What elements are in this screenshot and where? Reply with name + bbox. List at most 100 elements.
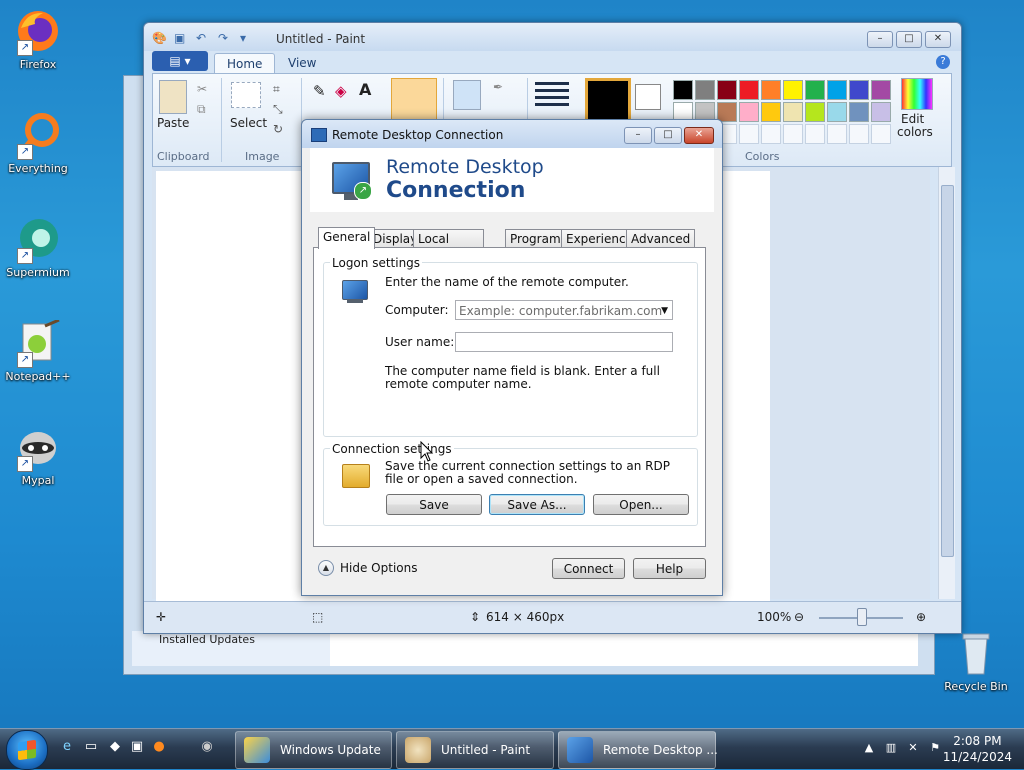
- username-field[interactable]: [455, 332, 673, 352]
- help-button[interactable]: Help: [633, 558, 706, 579]
- palette-swatch[interactable]: [827, 102, 847, 122]
- remote-desktop-dialog[interactable]: Remote Desktop Connection – □ ✕ ↗ Remote…: [301, 119, 723, 596]
- text-icon[interactable]: A: [359, 80, 371, 99]
- paint-menu-button[interactable]: ▤ ▾: [152, 51, 208, 71]
- start-button[interactable]: [6, 730, 48, 770]
- palette-swatch[interactable]: [717, 80, 737, 100]
- computer-combobox[interactable]: Example: computer.fabrikam.com ▼: [455, 300, 673, 320]
- desktop-icon-supermium[interactable]: ↗ Supermium: [0, 216, 76, 279]
- tab-local-resources[interactable]: Local Resources: [413, 229, 485, 264]
- rdp-close-button[interactable]: ✕: [684, 127, 714, 144]
- color-2-swatch[interactable]: [635, 84, 661, 110]
- installed-updates-link[interactable]: Installed Updates: [159, 633, 255, 646]
- desktop-icon-recycle-bin[interactable]: Recycle Bin: [938, 630, 1014, 693]
- desktop-icon-notepadpp[interactable]: ↗ Notepad++: [0, 318, 76, 383]
- custom-color-slot[interactable]: [805, 124, 825, 144]
- desktop-icon-firefox[interactable]: ↗ Firefox: [0, 8, 76, 71]
- internet-explorer-icon[interactable]: e: [58, 738, 76, 756]
- palette-swatch[interactable]: [761, 102, 781, 122]
- network-icon[interactable]: ▥: [884, 741, 898, 755]
- palette-swatch[interactable]: [805, 102, 825, 122]
- taskbar-windows-update[interactable]: Windows Update: [235, 731, 392, 769]
- hide-options-link[interactable]: Hide Options: [340, 561, 417, 575]
- tab-view[interactable]: View: [276, 53, 328, 73]
- close-button[interactable]: ✕: [925, 31, 951, 48]
- save-button[interactable]: Save: [386, 494, 482, 515]
- rdp-minimize-button[interactable]: –: [624, 127, 652, 144]
- rotate-icon[interactable]: ↻: [273, 122, 283, 136]
- firefox-taskbar-icon[interactable]: ●: [150, 738, 168, 756]
- custom-color-slot[interactable]: [739, 124, 759, 144]
- customize-qat-icon[interactable]: ▾: [240, 31, 254, 45]
- pencil-icon[interactable]: ✎: [313, 82, 326, 100]
- connect-button[interactable]: Connect: [552, 558, 625, 579]
- custom-color-slot[interactable]: [871, 124, 891, 144]
- taskbar-remote-desktop[interactable]: Remote Desktop ...: [558, 731, 718, 769]
- select-icon[interactable]: [231, 82, 261, 108]
- edit-colors-icon[interactable]: [901, 78, 933, 110]
- palette-swatch[interactable]: [849, 102, 869, 122]
- zoom-out-icon[interactable]: ⊖: [794, 610, 804, 624]
- palette-swatch[interactable]: [871, 102, 891, 122]
- copy-icon[interactable]: ⧉: [197, 102, 206, 117]
- save-as-button[interactable]: Save As...: [489, 494, 585, 515]
- edit-colors-label-2[interactable]: colors: [897, 125, 933, 139]
- volume-muted-icon[interactable]: ✕: [906, 741, 920, 755]
- maximize-button[interactable]: □: [896, 31, 922, 48]
- paste-icon[interactable]: [159, 80, 187, 114]
- palette-swatch[interactable]: [673, 80, 693, 100]
- outline-icon[interactable]: ✒: [493, 80, 503, 94]
- chevron-down-icon[interactable]: ▼: [661, 301, 668, 321]
- palette-swatch[interactable]: [871, 80, 891, 100]
- window-switcher-icon[interactable]: ▣: [128, 738, 146, 756]
- size-icon[interactable]: [535, 82, 569, 108]
- paste-button[interactable]: Paste: [157, 116, 189, 130]
- paint-titlebar[interactable]: 🎨 ▣ ↶ ↷ ▾ Untitled - Paint – □ ✕: [144, 23, 961, 51]
- minimize-button[interactable]: –: [867, 31, 893, 48]
- custom-color-slot[interactable]: [783, 124, 803, 144]
- palette-swatch[interactable]: [783, 102, 803, 122]
- mypal-taskbar-icon[interactable]: ◉: [198, 738, 216, 756]
- custom-color-slot[interactable]: [827, 124, 847, 144]
- tab-advanced[interactable]: Advanced: [626, 229, 696, 248]
- taskbar-paint[interactable]: Untitled - Paint: [396, 731, 554, 769]
- zoom-slider-thumb[interactable]: [857, 608, 867, 626]
- custom-color-slot[interactable]: [761, 124, 781, 144]
- palette-swatch[interactable]: [695, 80, 715, 100]
- hide-options-icon[interactable]: ▲: [318, 560, 334, 576]
- custom-color-slot[interactable]: [849, 124, 869, 144]
- undo-icon[interactable]: ↶: [196, 31, 210, 45]
- palette-swatch[interactable]: [849, 80, 869, 100]
- resize-icon[interactable]: ⤡: [273, 102, 283, 117]
- vertical-scrollbar[interactable]: [938, 167, 955, 599]
- clock[interactable]: 2:08 PM 11/24/2024: [943, 733, 1012, 765]
- chat-icon[interactable]: ◆: [106, 738, 124, 756]
- show-desktop-icon[interactable]: ▭: [82, 738, 100, 756]
- action-center-flag-icon[interactable]: ⚑: [928, 741, 942, 755]
- tab-home[interactable]: Home: [214, 53, 276, 74]
- show-hidden-icons[interactable]: ▲: [862, 741, 876, 755]
- shapes-icon[interactable]: [453, 80, 481, 110]
- palette-swatch[interactable]: [805, 80, 825, 100]
- brushes-icon[interactable]: [391, 78, 437, 120]
- select-button[interactable]: Select: [230, 116, 267, 130]
- zoom-in-icon[interactable]: ⊕: [916, 610, 926, 624]
- palette-swatch[interactable]: [739, 102, 759, 122]
- save-icon[interactable]: ▣: [174, 31, 188, 45]
- cut-icon[interactable]: ✂: [197, 82, 207, 96]
- desktop-icon-everything[interactable]: ↗ Everything: [0, 112, 76, 175]
- color-1-swatch[interactable]: [585, 78, 631, 124]
- open-button[interactable]: Open...: [593, 494, 689, 515]
- fill-icon[interactable]: ◈: [335, 82, 347, 100]
- crop-icon[interactable]: ⌗: [273, 82, 280, 97]
- tab-general[interactable]: General: [318, 227, 376, 249]
- palette-swatch[interactable]: [761, 80, 781, 100]
- palette-swatch[interactable]: [739, 80, 759, 100]
- scrollbar-thumb[interactable]: [941, 185, 954, 557]
- desktop-icon-mypal[interactable]: ↗ Mypal: [0, 424, 76, 487]
- palette-swatch[interactable]: [827, 80, 847, 100]
- palette-swatch[interactable]: [783, 80, 803, 100]
- rdp-maximize-button[interactable]: □: [654, 127, 682, 144]
- rdp-titlebar[interactable]: Remote Desktop Connection – □ ✕: [302, 120, 722, 148]
- redo-icon[interactable]: ↷: [218, 31, 232, 45]
